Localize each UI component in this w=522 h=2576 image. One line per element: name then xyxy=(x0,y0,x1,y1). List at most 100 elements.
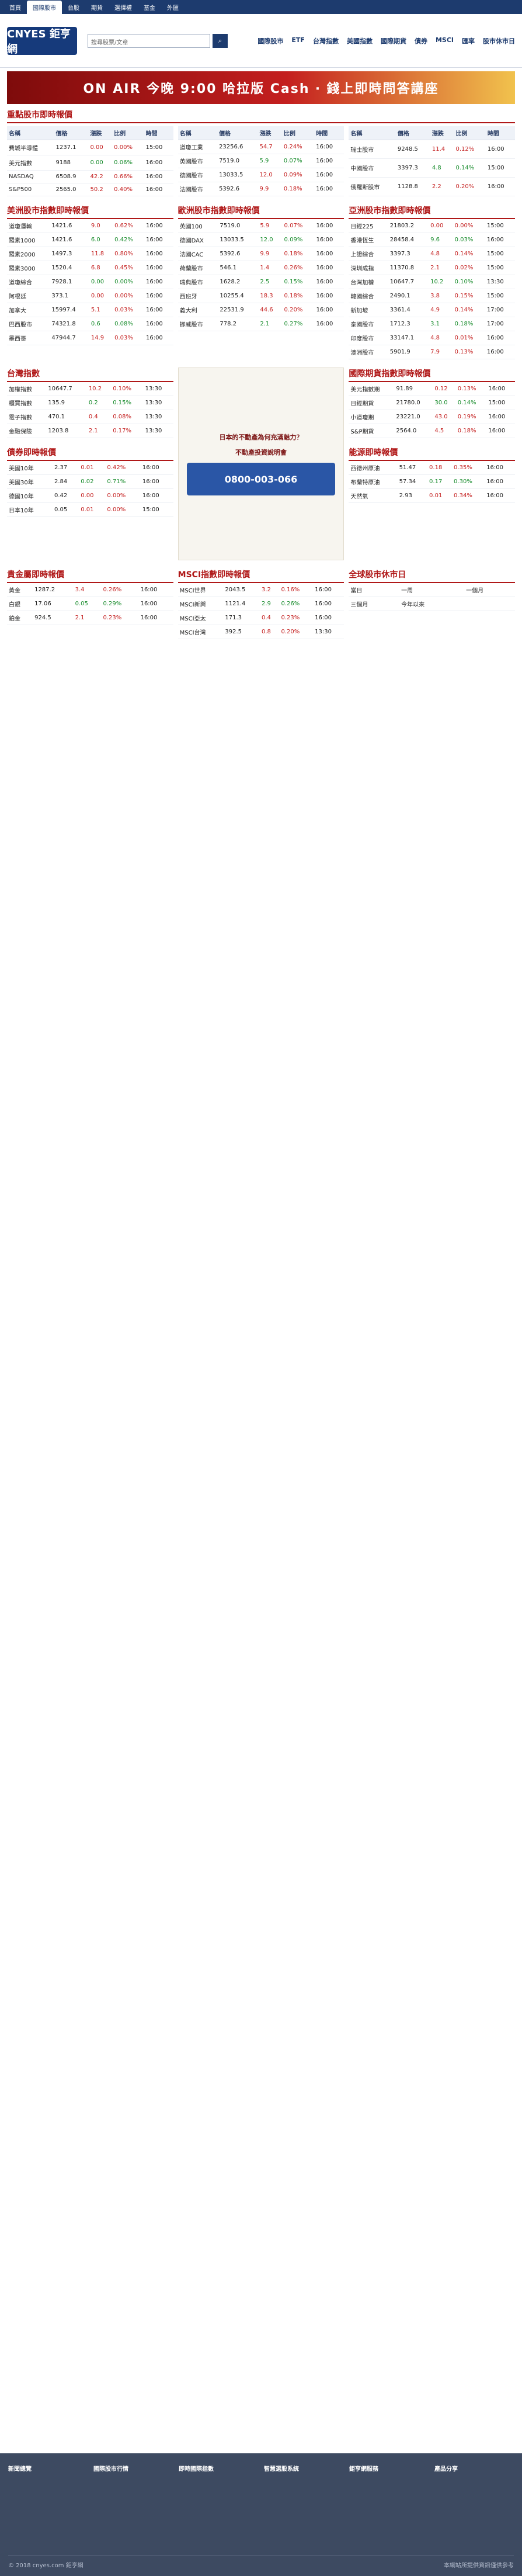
topnav-item-options[interactable]: 選擇權 xyxy=(109,1,138,14)
table-row[interactable]: 澳洲股市 5901.9 7.9 0.13% 16:00 xyxy=(349,345,515,359)
table-row[interactable]: 阿根廷 373.1 0.00 0.00% 16:00 xyxy=(7,289,173,303)
cell-name[interactable]: 布蘭特原油 xyxy=(349,474,398,489)
table-row[interactable]: 加拿大 15997.4 5.1 0.03% 16:00 xyxy=(7,303,173,317)
table-row[interactable]: MSCI台灣 392.5 0.8 0.20% 13:30 xyxy=(178,625,344,639)
table-row[interactable]: 小道瓊期 23221.0 43.0 0.19% 16:00 xyxy=(349,410,515,424)
cell-name[interactable]: 印度股市 xyxy=(349,331,388,345)
side-advertisement[interactable]: 日本的不動產為何充滿魅力？ 不動產投資說明會 0800-003-066 xyxy=(178,367,344,560)
cell-name[interactable]: 加權指數 xyxy=(7,382,47,396)
header-nav-futures[interactable]: 國際期貨 xyxy=(381,36,406,46)
cell-name[interactable]: MSCI新興 xyxy=(178,597,224,611)
table-row[interactable]: 德國股市 13033.5 12.0 0.09% 16:00 xyxy=(178,168,344,182)
header-nav-us[interactable]: 美國指數 xyxy=(347,36,373,46)
cell-name[interactable]: 美元指數 xyxy=(7,155,54,171)
table-row[interactable]: 日經期貨 21780.0 30.0 0.14% 15:00 xyxy=(349,396,515,410)
cell-name[interactable]: 台灣加權 xyxy=(349,275,388,289)
cell-name[interactable]: 香港恆生 xyxy=(349,233,388,247)
table-row[interactable]: 新加坡 3361.4 4.9 0.14% 17:00 xyxy=(349,303,515,317)
header-nav-taiwan[interactable]: 台灣指數 xyxy=(313,36,339,46)
table-row[interactable]: 鉑金 924.5 2.1 0.23% 16:00 xyxy=(7,611,173,625)
cell-name[interactable]: 英國100 xyxy=(178,219,218,233)
cell-name[interactable]: 法國股市 xyxy=(178,182,218,196)
table-row[interactable]: 天然氣 2.93 0.01 0.34% 16:00 xyxy=(349,488,515,503)
table-row[interactable]: 韓國綜合 2490.1 3.8 0.15% 15:00 xyxy=(349,289,515,303)
table-row[interactable]: 德國10年 0.42 0.00 0.00% 16:00 xyxy=(7,488,173,503)
cell-name[interactable]: MSCI亞太 xyxy=(178,611,224,625)
table-row[interactable]: 美元指數 9188 0.00 0.06% 16:00 xyxy=(7,155,173,171)
site-logo[interactable]: CNYES 鉅亨網 xyxy=(7,26,77,56)
table-row[interactable]: 道瓊運輸 1421.6 9.0 0.62% 16:00 xyxy=(7,219,173,233)
cell-name[interactable]: 瑞士股市 xyxy=(349,140,396,159)
topnav-item-futures[interactable]: 期貨 xyxy=(85,1,109,14)
cell-name[interactable]: 羅素3000 xyxy=(7,261,50,275)
table-row[interactable]: 美國30年 2.84 0.02 0.71% 16:00 xyxy=(7,474,173,489)
cell-name[interactable]: MSCI台灣 xyxy=(178,625,224,639)
table-row[interactable]: 黃金 1287.2 3.4 0.26% 16:00 xyxy=(7,583,173,597)
table-row[interactable]: 香港恆生 28458.4 9.6 0.03% 16:00 xyxy=(349,233,515,247)
cell-name[interactable]: 加拿大 xyxy=(7,303,50,317)
cell-name[interactable]: 荷蘭股市 xyxy=(178,261,218,275)
header-nav-forex[interactable]: 匯率 xyxy=(462,36,475,46)
cell-name[interactable]: 費城半導體 xyxy=(7,140,54,156)
cell-name[interactable]: 羅素1000 xyxy=(7,233,50,247)
cell-name[interactable]: 日經225 xyxy=(349,219,388,233)
table-row[interactable]: 法國股市 5392.6 9.9 0.18% 16:00 xyxy=(178,182,344,196)
cell-name[interactable]: 俄羅斯股市 xyxy=(349,177,396,196)
cell-name[interactable]: 上證綜合 xyxy=(349,247,388,261)
cell-name[interactable]: 美國30年 xyxy=(7,474,53,489)
cell-name[interactable]: 電子指數 xyxy=(7,410,47,424)
cell-name[interactable]: 德國股市 xyxy=(178,168,218,182)
cell-name[interactable]: 小道瓊期 xyxy=(349,410,395,424)
table-row[interactable]: 金融保險 1203.8 2.1 0.17% 13:30 xyxy=(7,424,173,438)
topnav-item-forex[interactable]: 外匯 xyxy=(161,1,185,14)
table-row[interactable]: 深圳成指 11370.8 2.1 0.02% 15:00 xyxy=(349,261,515,275)
table-row[interactable]: 美國10年 2.37 0.01 0.42% 16:00 xyxy=(7,461,173,475)
cell-name[interactable]: 瑞典股市 xyxy=(178,275,218,289)
table-row[interactable]: 白銀 17.06 0.05 0.29% 16:00 xyxy=(7,597,173,611)
promo-banner[interactable]: ON AIR 今晚 9:00 哈拉版 Cash ‧ 錢上即時問答講座 xyxy=(7,71,515,104)
table-row[interactable]: MSCI新興 1121.4 2.9 0.26% 16:00 xyxy=(178,597,344,611)
table-row[interactable]: 泰國股市 1712.3 3.1 0.18% 17:00 xyxy=(349,317,515,331)
cell-name[interactable]: 道瓊綜合 xyxy=(7,275,50,289)
table-row[interactable]: 英國100 7519.0 5.9 0.07% 16:00 xyxy=(178,219,344,233)
header-nav-global[interactable]: 國際股市 xyxy=(257,36,283,46)
table-row[interactable]: 道瓊綜合 7928.1 0.00 0.00% 16:00 xyxy=(7,275,173,289)
ad-phone[interactable]: 0800-003-066 xyxy=(186,463,336,495)
cell-name[interactable]: 英國股市 xyxy=(178,154,218,168)
header-nav-bond[interactable]: 債券 xyxy=(415,36,427,46)
table-row[interactable]: 羅素2000 1497.3 11.8 0.80% 16:00 xyxy=(7,247,173,261)
table-row[interactable]: 德國DAX 13033.5 12.0 0.09% 16:00 xyxy=(178,233,344,247)
table-row[interactable]: 法國CAC 5392.6 9.9 0.18% 16:00 xyxy=(178,247,344,261)
table-row[interactable]: 日本10年 0.05 0.01 0.00% 15:00 xyxy=(7,502,173,517)
cell-name[interactable]: 澳洲股市 xyxy=(349,345,388,359)
cell-name[interactable]: 道瓊工業 xyxy=(178,140,218,154)
cell-name[interactable]: 白銀 xyxy=(7,597,33,611)
cell-name[interactable]: 新加坡 xyxy=(349,303,388,317)
cell-name[interactable]: 深圳成指 xyxy=(349,261,388,275)
table-row[interactable]: S&P500 2565.0 50.2 0.40% 16:00 xyxy=(7,183,173,196)
table-row[interactable]: 瑞典股市 1628.2 2.5 0.15% 16:00 xyxy=(178,275,344,289)
cell-name[interactable]: NASDAQ xyxy=(7,170,54,184)
table-row[interactable]: 俄羅斯股市 1128.8 2.2 0.20% 16:00 xyxy=(349,177,515,196)
table-row[interactable]: 荷蘭股市 546.1 1.4 0.26% 16:00 xyxy=(178,261,344,275)
cell-name[interactable]: 德國DAX xyxy=(178,233,218,247)
table-row[interactable]: 櫃買指數 135.9 0.2 0.15% 13:30 xyxy=(7,396,173,410)
cell-name[interactable]: 羅素2000 xyxy=(7,247,50,261)
table-row[interactable]: 西德州原油 51.47 0.18 0.35% 16:00 xyxy=(349,461,515,475)
cell-name[interactable]: S&P500 xyxy=(7,183,54,196)
cell-name[interactable]: 鉑金 xyxy=(7,611,33,625)
table-row[interactable]: MSCI亞太 171.3 0.4 0.23% 16:00 xyxy=(178,611,344,625)
table-row[interactable]: 台灣加權 10647.7 10.2 0.10% 13:30 xyxy=(349,275,515,289)
topnav-item-funds[interactable]: 基金 xyxy=(138,1,161,14)
table-row[interactable]: S&P期貨 2564.0 4.5 0.18% 16:00 xyxy=(349,424,515,438)
cell-name[interactable]: 天然氣 xyxy=(349,488,398,503)
table-row[interactable]: 羅素3000 1520.4 6.8 0.45% 16:00 xyxy=(7,261,173,275)
header-nav-etf[interactable]: ETF xyxy=(291,36,305,46)
table-row[interactable]: 羅素1000 1421.6 6.0 0.42% 16:00 xyxy=(7,233,173,247)
table-row[interactable]: 上證綜合 3397.3 4.8 0.14% 15:00 xyxy=(349,247,515,261)
cell-name[interactable]: 阿根廷 xyxy=(7,289,50,303)
cell-name[interactable]: 西班牙 xyxy=(178,289,218,303)
cell-name[interactable]: 德國10年 xyxy=(7,488,53,503)
cell-name[interactable]: 日本10年 xyxy=(7,502,53,517)
cell-name[interactable]: 巴西股市 xyxy=(7,317,50,331)
